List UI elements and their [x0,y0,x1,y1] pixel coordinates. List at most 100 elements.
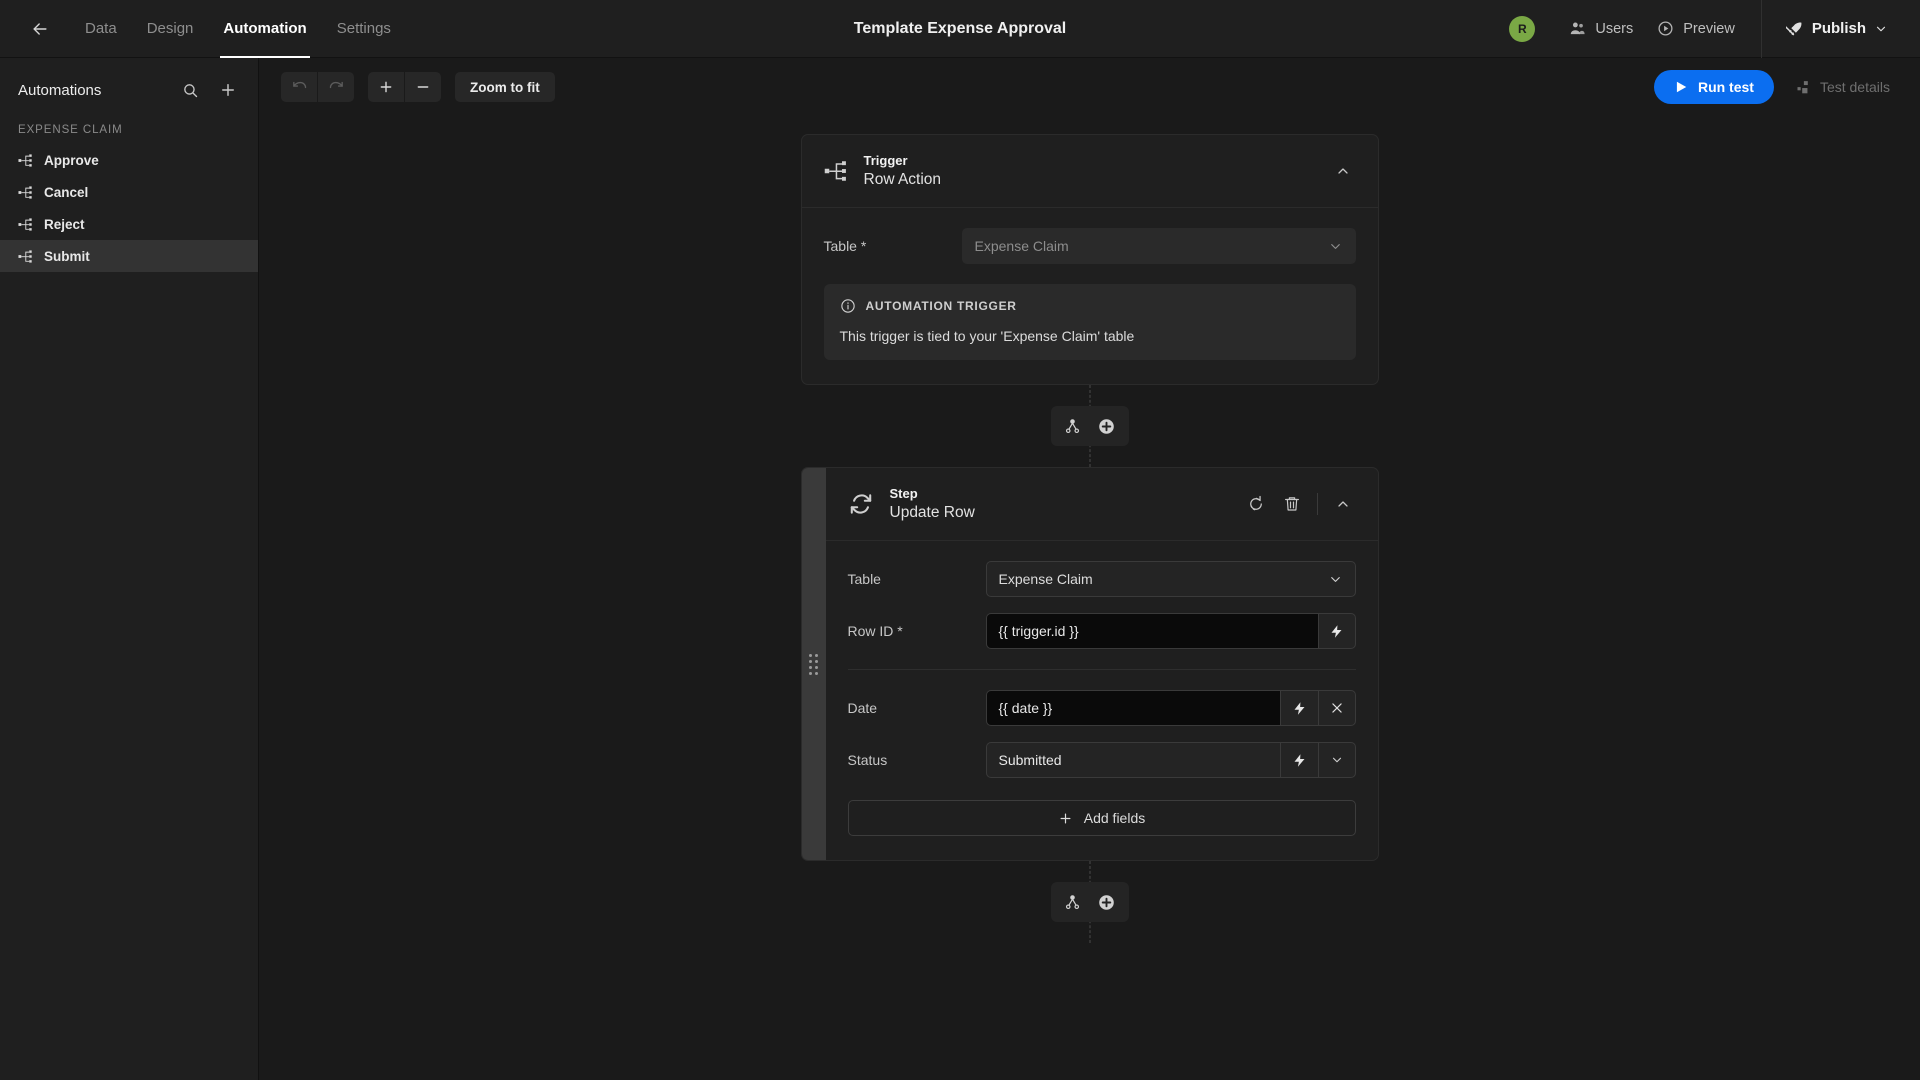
tab-settings[interactable]: Settings [322,0,406,58]
trigger-table-field-row: Table * Expense Claim [824,228,1356,264]
connector-after-step [801,861,1379,943]
tab-design[interactable]: Design [132,0,209,58]
test-details-icon [1797,80,1808,93]
step-date-input-group: {{ date }} [985,690,1356,726]
step-card-header[interactable]: Step Update Row [826,468,1378,540]
step-status-input-group: Submitted [985,742,1356,778]
sidebar-item-cancel-label: Cancel [44,184,89,200]
step-date-binding-button[interactable] [1279,690,1318,726]
step-rowid-binding-button[interactable] [1317,613,1356,649]
add-step-button[interactable] [1093,412,1121,440]
add-step-button-2[interactable] [1093,888,1121,916]
step-collapse-button[interactable] [1328,489,1358,519]
automation-flow-icon [18,217,32,231]
step-table-field-row: Table Expense Claim [848,561,1356,597]
step-status-dropdown-button[interactable] [1317,742,1356,778]
step-date-label: Date [847,700,878,716]
preview-play-icon [1658,21,1673,36]
tab-settings-label: Settings [336,20,391,37]
step-drag-handle[interactable] [801,468,826,860]
tab-data[interactable]: Data [70,0,132,58]
step-table-select[interactable]: Expense Claim [985,561,1356,597]
sidebar-item-approve[interactable]: Approve [0,144,258,176]
top-bar-right: R Users Preview Publish [1509,0,1920,58]
zoom-out-button[interactable] [405,72,441,102]
sidebar-item-reject-label: Reject [44,216,85,232]
connector-trigger-to-step [801,385,1379,467]
back-button[interactable] [20,9,60,49]
step-delete-button[interactable] [1277,489,1307,519]
topbar-divider [1760,0,1762,58]
avatar[interactable]: R [1509,15,1536,42]
run-test-button[interactable]: Run test [1653,70,1774,104]
step-rerun-button[interactable] [1241,489,1271,519]
info-icon [840,299,855,313]
sidebar-item-submit-label: Submit [44,248,90,264]
trigger-card-header[interactable]: Trigger Row Action [802,135,1378,207]
add-branch-button[interactable] [1059,412,1087,440]
lightning-icon [1294,701,1304,715]
add-fields-label: Add fields [1083,810,1146,826]
info-panel-heading: AUTOMATION TRIGGER [865,299,1017,313]
sidebar-add-automation-button[interactable] [216,78,240,102]
users-icon [1571,22,1585,35]
trigger-collapse-button[interactable] [1328,156,1358,186]
sidebar-group-label: EXPENSE CLAIM [18,124,123,136]
step-date-input[interactable]: {{ date }} [985,690,1280,726]
add-branch-button-2[interactable] [1059,888,1087,916]
sidebar: Automations EXPENSE CLAIM Approve Cancel… [0,58,259,1080]
step-date-field-row: Date {{ date }} [848,690,1356,726]
sidebar-search-button[interactable] [178,78,202,102]
users-button[interactable]: Users [1557,13,1645,44]
run-test-label: Run test [1697,79,1754,95]
arrow-left-icon [33,22,47,35]
body-row: Automations EXPENSE CLAIM Approve Cancel… [0,58,1920,1080]
app-root: Data Design Automation Settings Template… [0,0,1920,1080]
users-label: Users [1595,20,1634,37]
chevron-down-icon [1332,757,1341,763]
sidebar-item-cancel[interactable]: Cancel [0,176,258,208]
publish-rocket-icon [1785,22,1802,35]
step-status-input[interactable]: Submitted [985,742,1280,778]
step-status-binding-button[interactable] [1279,742,1318,778]
step-rowid-field-row: Row ID * {{ trigger.id }} [848,613,1356,649]
test-details-button[interactable]: Test details [1788,73,1898,101]
step-status-control: Submitted [985,742,1356,778]
undo-icon [292,81,306,88]
automation-flow-icon [18,153,32,167]
step-kind-label: Step [889,486,918,501]
plus-icon [380,81,392,93]
plus-icon [222,84,234,96]
publish-button[interactable]: Publish [1776,13,1898,45]
tab-automation[interactable]: Automation [208,0,321,58]
sidebar-header-actions [178,78,240,102]
redo-button[interactable] [318,72,354,102]
chevron-down-icon [1330,243,1340,249]
lightning-icon [1331,624,1342,638]
zoom-in-button[interactable] [368,72,404,102]
publish-label: Publish [1811,20,1866,37]
zoom-to-fit-button[interactable]: Zoom to fit [455,72,555,102]
sidebar-item-reject[interactable]: Reject [0,208,258,240]
trigger-table-select[interactable]: Expense Claim [961,228,1356,264]
step-status-label: Status [847,752,888,768]
close-icon [1331,703,1342,713]
step-card-title-block: Step Update Row [890,486,975,522]
main-nav-tabs: Data Design Automation Settings [70,0,406,58]
step-date-control: {{ date }} [985,690,1356,726]
preview-button[interactable]: Preview [1645,13,1747,44]
zoom-button-group [368,72,441,102]
branch-icon [1065,894,1080,909]
step-header-divider [1316,493,1318,515]
sidebar-item-submit[interactable]: Submit [0,240,258,272]
step-rowid-input[interactable]: {{ trigger.id }} [985,613,1318,649]
add-fields-button[interactable]: Add fields [847,800,1356,836]
flow-canvas[interactable]: Trigger Row Action Table * Expense Claim… [259,116,1920,1080]
step-date-clear-button[interactable] [1317,690,1356,726]
automation-flow-icon [18,185,32,199]
plus-icon [1060,813,1071,823]
trigger-table-value: Expense Claim [974,238,1069,254]
canvas-area: Zoom to fit Run test Test details Trigge… [259,58,1920,1080]
automation-flow-icon [18,249,32,263]
undo-button[interactable] [281,72,317,102]
